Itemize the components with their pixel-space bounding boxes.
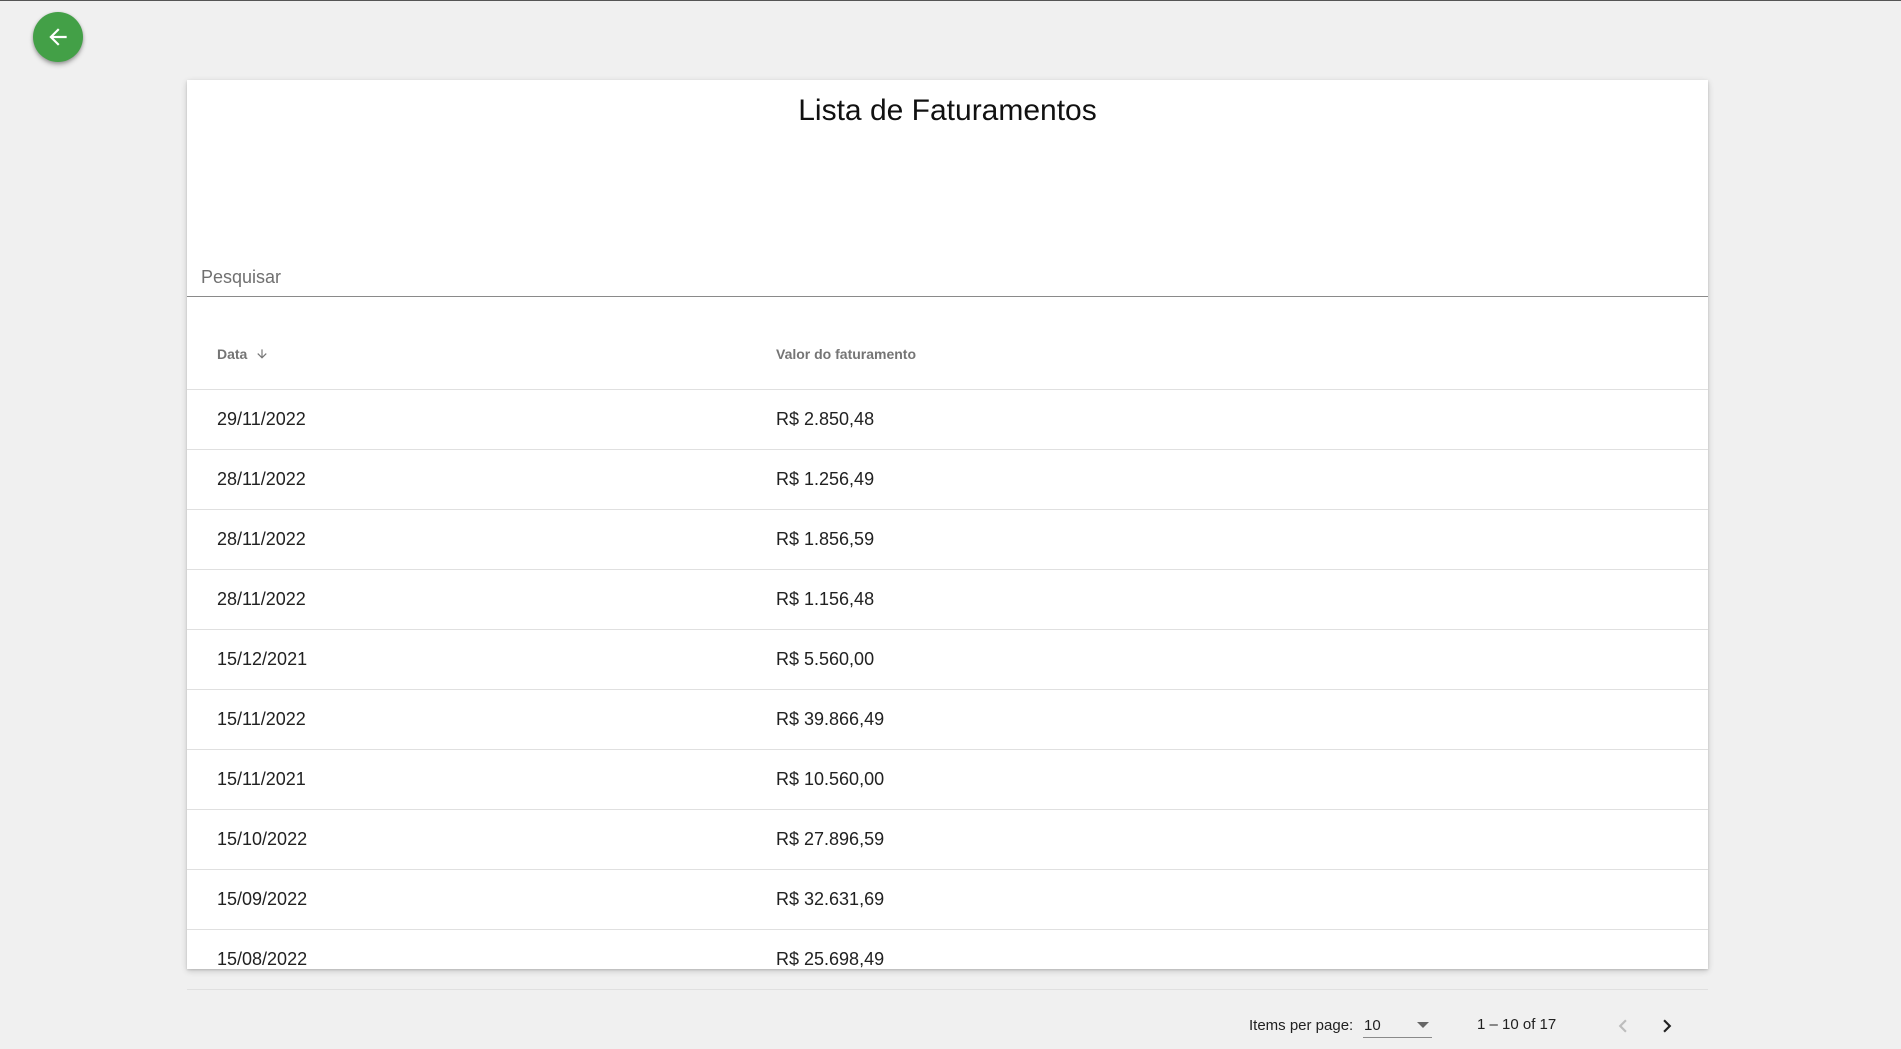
column-header-valor[interactable]: Valor do faturamento — [776, 346, 916, 362]
chevron-right-icon — [1663, 1019, 1672, 1033]
items-per-page-select[interactable]: 10 — [1363, 1013, 1432, 1038]
cell-value: R$ 1.856,59 — [776, 529, 875, 549]
cell-date: 29/11/2022 — [217, 409, 306, 429]
cell-date: 15/11/2021 — [217, 769, 306, 789]
cell-value: R$ 1.156,48 — [776, 589, 875, 609]
column-header-data-label: Data — [217, 346, 248, 362]
arrow-down-icon — [255, 347, 269, 361]
table-row[interactable]: 28/11/2022 R$ 1.856,59 — [187, 510, 1708, 570]
table-row[interactable]: 15/12/2021 R$ 5.560,00 — [187, 630, 1708, 690]
items-per-page-label: Items per page: — [1249, 1017, 1354, 1034]
cell-value: R$ 32.631,69 — [776, 889, 885, 909]
cell-value: R$ 25.698,49 — [776, 949, 885, 969]
cell-value: R$ 10.560,00 — [776, 769, 885, 789]
table-row[interactable]: 15/09/2022 R$ 32.631,69 — [187, 870, 1708, 930]
cell-date: 15/12/2021 — [217, 649, 308, 669]
billing-list-card: Lista de Faturamentos Data Valor do fatu… — [187, 80, 1708, 1038]
cell-value: R$ 2.850,48 — [776, 409, 875, 429]
table-body: 29/11/2022 R$ 2.850,48 28/11/2022 R$ 1.256… — [187, 390, 1708, 990]
search-field[interactable] — [187, 252, 1708, 297]
next-page-button[interactable] — [1647, 1006, 1687, 1046]
cell-date: 15/10/2022 — [217, 829, 308, 849]
table-row[interactable]: 15/11/2021 R$ 10.560,00 — [187, 750, 1708, 810]
back-button[interactable] — [33, 12, 83, 62]
page-range-label: 1 – 10 of 17 — [1477, 1016, 1557, 1033]
table-row[interactable]: 15/11/2022 R$ 39.866,49 — [187, 690, 1708, 750]
items-per-page-value: 10 — [1364, 1017, 1381, 1034]
table-row[interactable]: 28/11/2022 R$ 1.156,48 — [187, 570, 1708, 630]
cell-value: R$ 5.560,00 — [776, 649, 875, 669]
column-header-data[interactable]: Data — [217, 346, 269, 362]
cell-value: R$ 39.866,49 — [776, 709, 885, 729]
arrow-left-icon — [49, 28, 67, 46]
cell-date: 28/11/2022 — [217, 589, 306, 609]
cell-date: 15/09/2022 — [217, 889, 308, 909]
table-header: Data Valor do faturamento — [187, 324, 1708, 390]
table-row[interactable]: 15/08/2022 R$ 25.698,49 — [187, 930, 1708, 990]
table-row[interactable]: 15/10/2022 R$ 27.896,59 — [187, 810, 1708, 870]
top-divider — [0, 0, 1901, 1]
table-row[interactable]: 28/11/2022 R$ 1.256,49 — [187, 450, 1708, 510]
cell-date: 15/11/2022 — [217, 709, 306, 729]
cell-value: R$ 27.896,59 — [776, 829, 885, 849]
chevron-left-icon — [1618, 1019, 1627, 1033]
search-input[interactable] — [199, 266, 1683, 289]
table-row[interactable]: 29/11/2022 R$ 2.850,48 — [187, 390, 1708, 450]
caret-down-icon — [1417, 1022, 1429, 1028]
cell-date: 28/11/2022 — [217, 469, 306, 489]
cell-date: 28/11/2022 — [217, 529, 306, 549]
cell-value: R$ 1.256,49 — [776, 469, 875, 489]
cell-date: 15/08/2022 — [217, 949, 308, 969]
page-title: Lista de Faturamentos — [798, 94, 1097, 127]
previous-page-button[interactable] — [1603, 1006, 1643, 1046]
paginator: Items per page: 10 1 – 10 of 17 — [187, 990, 1708, 1049]
